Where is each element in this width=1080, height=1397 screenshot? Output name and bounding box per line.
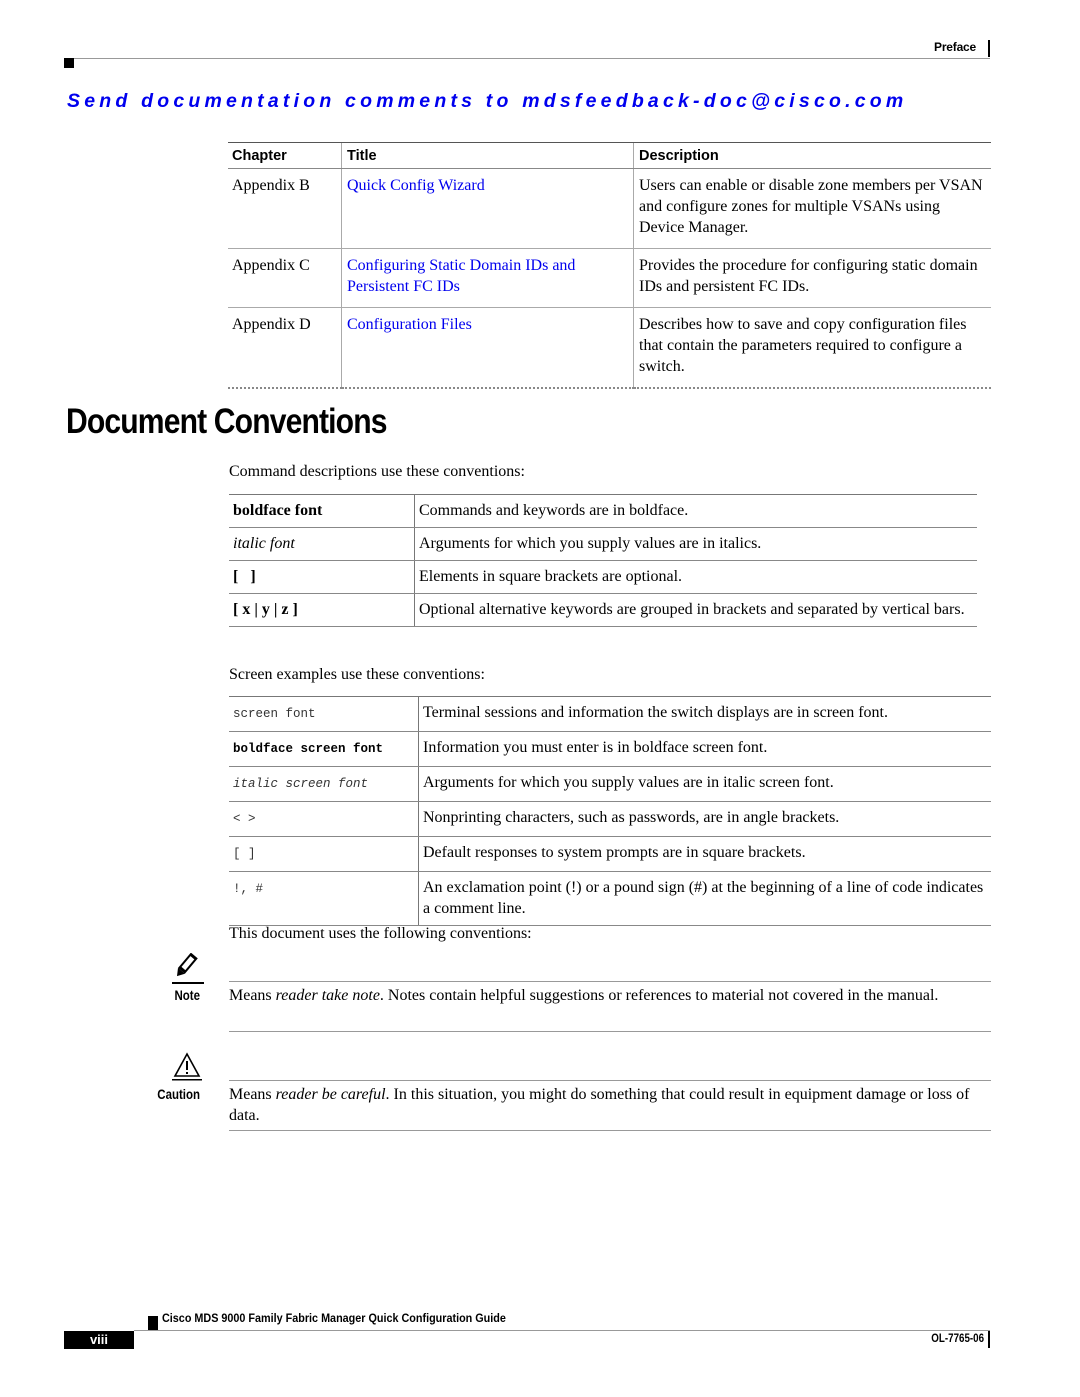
table-row: screen font Terminal sessions and inform… [229, 696, 991, 732]
convention-key: < > [229, 801, 419, 837]
caution-text: Means reader be careful. In this situati… [229, 1084, 994, 1126]
caution-rule-top [229, 1080, 991, 1081]
convention-desc: An exclamation point (!) or a pound sign… [418, 871, 991, 926]
convention-desc: Information you must enter is in boldfac… [418, 731, 991, 767]
doc-conventions-intro: This document uses the following convent… [229, 925, 532, 942]
convention-desc: Commands and keywords are in boldface. [414, 494, 977, 528]
note-rule-bottom [229, 1031, 991, 1032]
chapter-title-link[interactable]: Configuration Files [347, 316, 472, 333]
chapter-cell: Appendix D [228, 307, 342, 389]
convention-key: boldface screen font [229, 731, 419, 767]
convention-desc: Nonprinting characters, such as password… [418, 801, 991, 837]
convention-key: boldface font [229, 494, 415, 528]
column-header: Description [633, 142, 991, 169]
header-bar [988, 40, 990, 57]
convention-key: [ ] [229, 560, 415, 594]
warning-triangle-icon [172, 1052, 202, 1081]
convention-desc: Default responses to system prompts are … [418, 836, 991, 872]
screen-intro: Screen examples use these conventions: [229, 666, 485, 683]
convention-desc: Arguments for which you supply values ar… [414, 527, 977, 561]
convention-key: screen font [229, 696, 419, 732]
table-row: boldface screen font Information you mus… [229, 731, 991, 767]
column-header: Title [341, 142, 634, 169]
doc-number: OL-7765-06 [931, 1333, 984, 1345]
convention-key: !, # [229, 871, 419, 926]
chapter-table: Chapter Title Description Appendix B Qui… [228, 142, 991, 389]
chapter-table-header: Chapter Title Description [228, 142, 991, 169]
table-row: Appendix C Configuring Static Domain IDs… [228, 248, 991, 308]
table-row: italic font Arguments for which you supp… [229, 527, 977, 561]
header-rule [64, 58, 990, 59]
header-marker [64, 58, 74, 68]
section-heading: Document Conventions [66, 402, 387, 441]
note-text-post: . Notes contain helpful suggestions or r… [379, 987, 939, 1004]
command-conventions-table: boldface font Commands and keywords are … [229, 494, 977, 627]
table-row: Appendix D Configuration Files Describes… [228, 307, 991, 389]
convention-desc: Elements in square brackets are optional… [414, 560, 977, 594]
caution-rule-bottom [229, 1130, 991, 1131]
convention-desc: Arguments for which you supply values ar… [418, 766, 991, 802]
screen-conventions-table: screen font Terminal sessions and inform… [229, 696, 991, 926]
command-intro: Command descriptions use these conventio… [229, 463, 525, 480]
note-text: Means reader take note. Notes contain he… [229, 985, 994, 1006]
table-row: italic screen font Arguments for which y… [229, 766, 991, 802]
caution-text-pre: Means [229, 1086, 276, 1103]
caution-label: Caution [157, 1087, 200, 1102]
footer-bar [988, 1331, 990, 1348]
table-row: boldface font Commands and keywords are … [229, 494, 977, 528]
note-text-pre: Means [229, 987, 276, 1004]
chapter-cell: Appendix B [228, 168, 342, 249]
description-cell: Users can enable or disable zone members… [633, 168, 991, 249]
chapter-cell: Appendix C [228, 248, 342, 308]
convention-key: [ ] [229, 836, 419, 872]
pencil-note-icon [172, 953, 204, 984]
footer-rule [134, 1330, 990, 1331]
feedback-link[interactable]: Send documentation comments to mdsfeedba… [67, 90, 907, 113]
note-text-emphasis: reader take note [275, 987, 380, 1004]
convention-key: italic font [229, 527, 415, 561]
caution-text-emphasis: reader be careful [275, 1086, 386, 1103]
footer-marker [148, 1316, 158, 1330]
table-row: !, # An exclamation point (!) or a pound… [229, 871, 991, 926]
page-number: viii [64, 1331, 134, 1349]
note-rule-top [229, 981, 991, 982]
table-row: [ ] Elements in square brackets are opti… [229, 560, 977, 594]
convention-key: italic screen font [229, 766, 419, 802]
convention-key: [ x | y | z ] [229, 593, 415, 627]
table-row: Appendix B Quick Config Wizard Users can… [228, 168, 991, 249]
table-row: < > Nonprinting characters, such as pass… [229, 801, 991, 837]
note-label: Note [174, 988, 201, 1003]
table-row: [ ] Default responses to system prompts … [229, 836, 991, 872]
table-row: [ x | y | z ] Optional alternative keywo… [229, 593, 977, 627]
description-cell: Describes how to save and copy configura… [633, 307, 991, 389]
section-label: Preface [934, 40, 976, 54]
column-header: Chapter [228, 142, 342, 169]
chapter-title-link[interactable]: Quick Config Wizard [347, 177, 485, 194]
guide-title: Cisco MDS 9000 Family Fabric Manager Qui… [162, 1311, 506, 1325]
description-cell: Provides the procedure for configuring s… [633, 248, 991, 308]
convention-desc: Terminal sessions and information the sw… [418, 696, 991, 732]
convention-desc: Optional alternative keywords are groupe… [414, 593, 977, 627]
chapter-title-link[interactable]: Configuring Static Domain IDs and Persis… [347, 257, 575, 295]
